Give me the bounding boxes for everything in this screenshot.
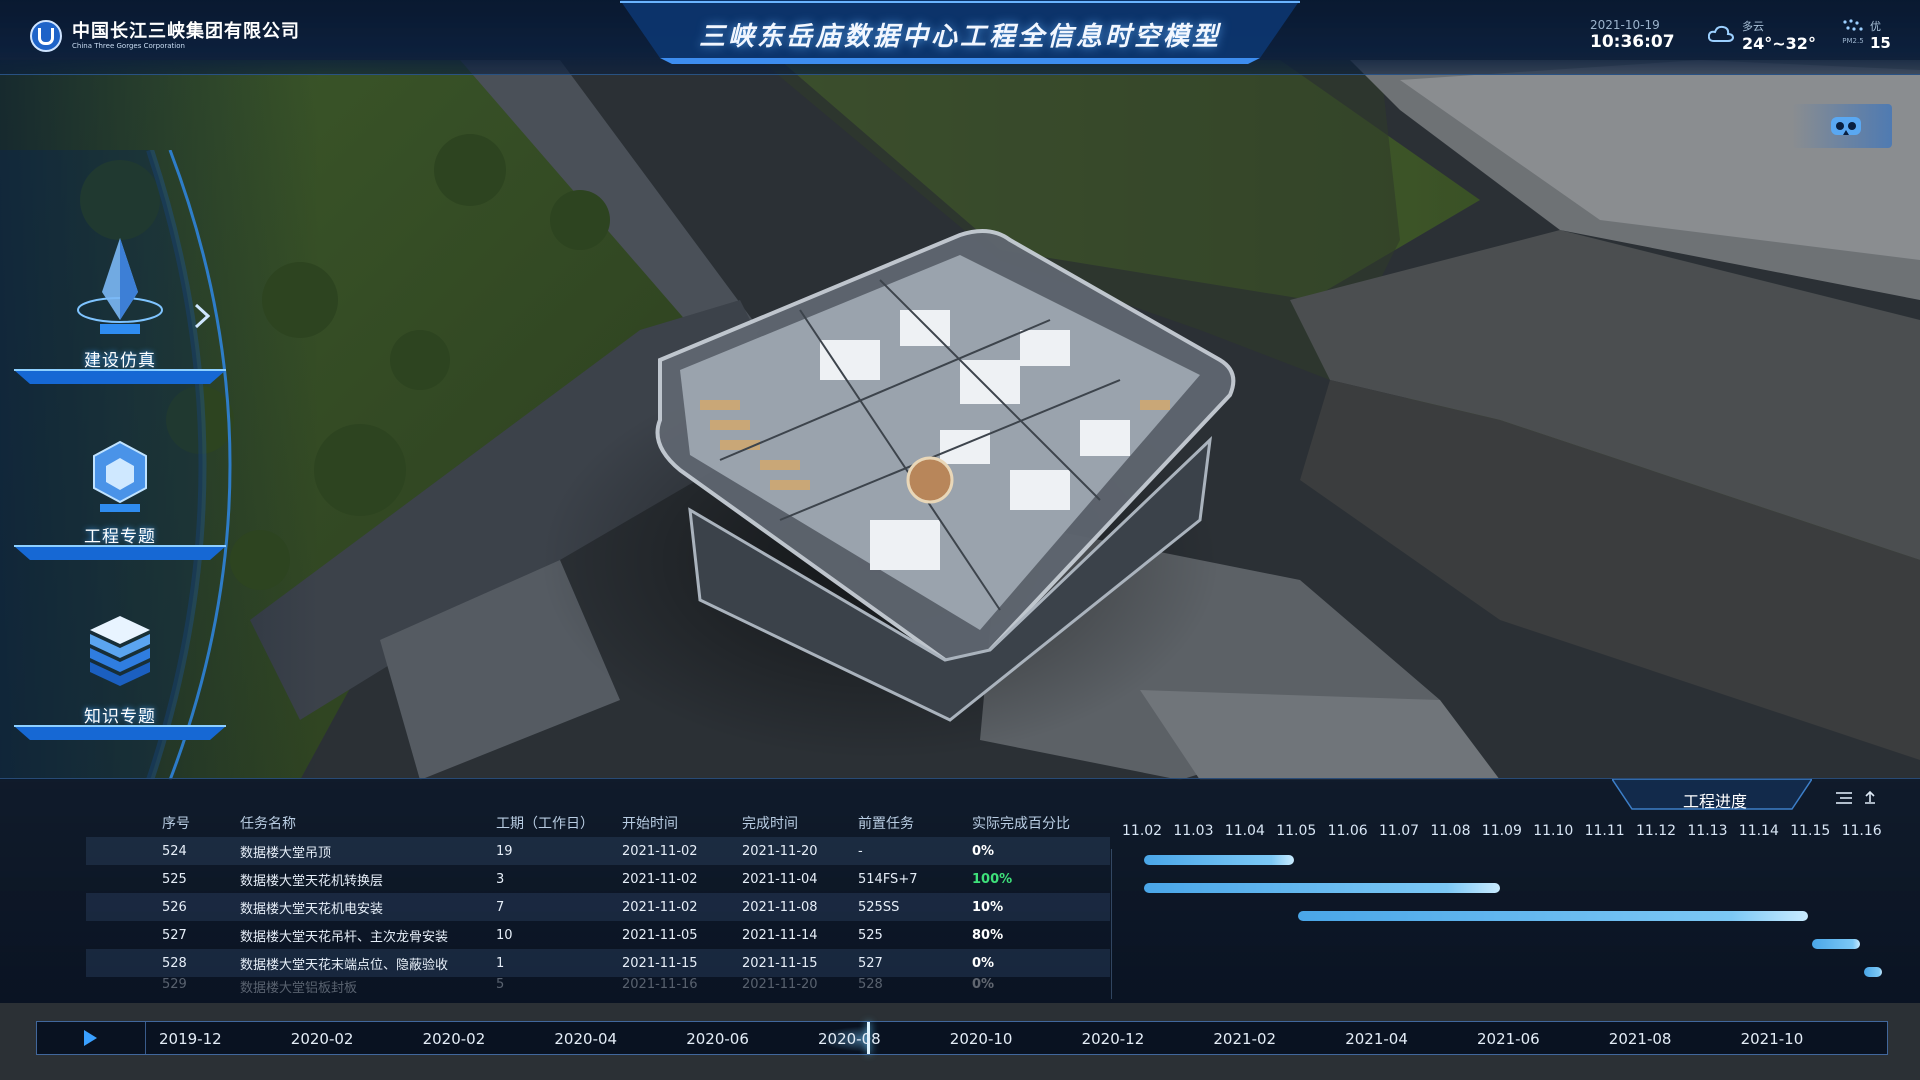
timeline-tick-label: 2021-06 xyxy=(1477,1030,1540,1048)
current-time: 10:36:07 xyxy=(1590,32,1675,52)
weather-description: 多云 xyxy=(1742,20,1764,33)
weather-temperature: 24°~32° xyxy=(1742,34,1816,53)
gantt-bar-529[interactable] xyxy=(1863,967,1882,977)
aqi-value: 15 xyxy=(1870,34,1891,52)
hexagon-cube-icon xyxy=(93,440,147,512)
gantt-bar-526[interactable] xyxy=(1144,883,1500,893)
stacked-layers-icon xyxy=(90,616,150,686)
menu-label: 工程专题 xyxy=(84,527,156,547)
gantt-bar-527[interactable] xyxy=(1298,911,1809,921)
timeline-tick-label: 2020-06 xyxy=(686,1030,749,1048)
timeline-tick-label: 2020-02 xyxy=(422,1030,486,1048)
vr-mode-button[interactable] xyxy=(1792,104,1892,148)
ctg-logo-icon xyxy=(30,20,62,52)
pm25-label: PM2.5 xyxy=(1842,37,1864,45)
air-quality-widget: PM2.5 优 15 xyxy=(1842,18,1891,52)
current-date: 2021-10-19 xyxy=(1590,18,1660,32)
menu-engineering-topics[interactable]: 工程专题 xyxy=(14,408,226,560)
timeline-tick-label: 2020-02 xyxy=(290,1030,354,1048)
timeline-tick-label: 2020-10 xyxy=(949,1030,1013,1048)
timeline-scrubber[interactable]: 2019-12 2020-02 2020-02 2020-04 2020-06 2020-… xyxy=(36,1021,1888,1055)
play-icon xyxy=(84,1030,97,1046)
company-logo: 中国长江三峡集团有限公司 China Three Gorges Corporat… xyxy=(30,20,300,52)
menu-construction-simulation[interactable]: 建设仿真 xyxy=(14,232,226,384)
weather-widget: 多云 24°~32° xyxy=(1708,18,1816,53)
vr-headset-icon xyxy=(1831,117,1861,135)
company-name-en: China Three Gorges Corporation xyxy=(72,41,185,50)
menu-knowledge-topics[interactable]: 知识专题 xyxy=(14,588,226,740)
timeline-tick-label: 2021-10 xyxy=(1740,1030,1804,1048)
menu-label: 知识专题 xyxy=(84,707,156,727)
timeline-tick-label: 2020-04 xyxy=(554,1030,618,1048)
play-button[interactable] xyxy=(37,1022,146,1054)
project-progress-panel: 工程进度 序号 任务名称 工期（工作日） 开始时间 完成时间 前置任务 实际完成… xyxy=(0,778,1920,1003)
timeline-tick-label: 2020-08 xyxy=(818,1030,881,1048)
gantt-chart xyxy=(0,779,1920,1003)
page-title: 三峡东岳庙数据中心工程全信息时空模型 xyxy=(698,22,1221,52)
aqi-level: 优 xyxy=(1870,20,1881,33)
timeline-tick-label: 2021-04 xyxy=(1345,1030,1408,1048)
pm25-icon xyxy=(1843,19,1863,31)
timeline-tick-label: 2021-08 xyxy=(1608,1030,1672,1048)
top-header-bar: 中国长江三峡集团有限公司 China Three Gorges Corporat… xyxy=(0,0,1920,75)
menu-label: 建设仿真 xyxy=(84,351,156,371)
timeline-tick-label: 2020-12 xyxy=(1081,1030,1145,1048)
company-name-cn: 中国长江三峡集团有限公司 xyxy=(72,20,300,42)
gantt-bar-525[interactable] xyxy=(1144,855,1295,865)
cloud-icon xyxy=(1708,25,1734,42)
timeline-tick-label: 2019-12 xyxy=(159,1030,222,1048)
date-time-readout: 2021-10-19 10:36:07 xyxy=(1590,18,1675,52)
gantt-bar-528[interactable] xyxy=(1812,939,1860,949)
timeline-tick-label: 2021-02 xyxy=(1213,1030,1277,1048)
crystal-pyramid-icon xyxy=(77,238,163,334)
